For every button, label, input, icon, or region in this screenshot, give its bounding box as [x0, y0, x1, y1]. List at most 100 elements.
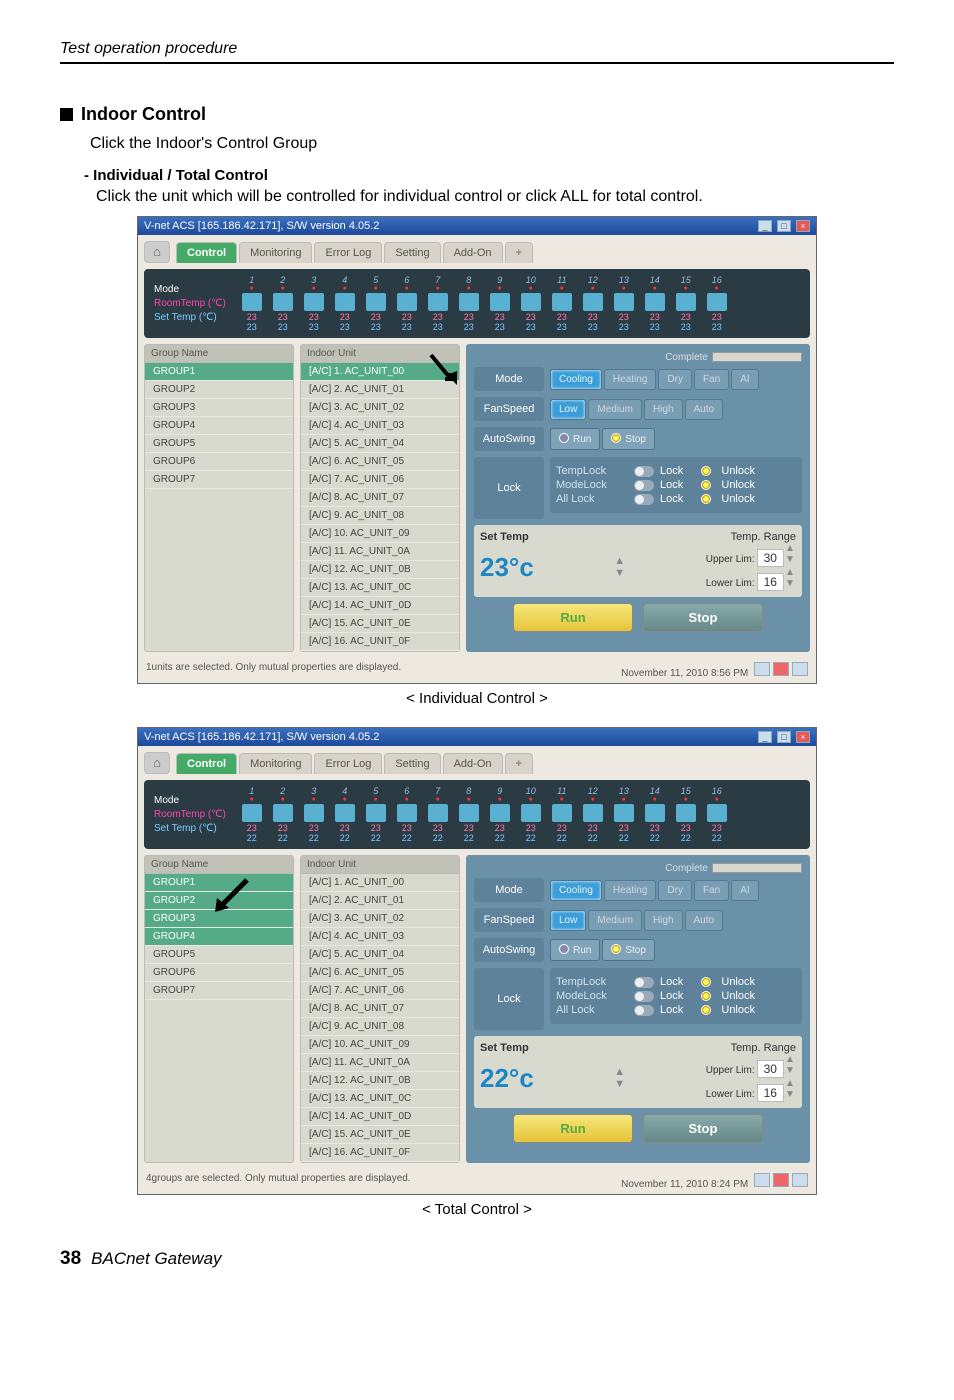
- autoswing-run-button[interactable]: Run: [550, 428, 600, 450]
- autoswing-run-button[interactable]: Run: [550, 939, 600, 961]
- group-item[interactable]: GROUP3: [145, 399, 293, 417]
- tab-addon[interactable]: Add-On: [443, 242, 503, 263]
- unit-item[interactable]: [A/C] 11. AC_UNIT_0A: [301, 543, 459, 561]
- unit-item[interactable]: [A/C] 14. AC_UNIT_0D: [301, 597, 459, 615]
- mode-ai-button[interactable]: AI: [731, 880, 758, 901]
- unit-item[interactable]: [A/C] 15. AC_UNIT_0E: [301, 1126, 459, 1144]
- autoswing-stop-button[interactable]: Stop: [602, 428, 655, 450]
- group-item[interactable]: GROUP1: [145, 363, 293, 381]
- unit-summary-cell[interactable]: 7●2322: [424, 786, 452, 843]
- sb-icon-3[interactable]: [792, 662, 808, 676]
- lower-stepper[interactable]: ▲▼: [784, 1078, 796, 1100]
- tab-setting[interactable]: Setting: [384, 242, 440, 263]
- group-item[interactable]: GROUP5: [145, 435, 293, 453]
- maximize-icon[interactable]: □: [777, 220, 791, 232]
- unit-item[interactable]: [A/C] 3. AC_UNIT_02: [301, 399, 459, 417]
- unit-item[interactable]: [A/C] 6. AC_UNIT_05: [301, 964, 459, 982]
- mode-cooling-button[interactable]: Cooling: [550, 880, 602, 901]
- fan-low-button[interactable]: Low: [550, 910, 586, 931]
- run-button[interactable]: Run: [513, 1114, 633, 1143]
- modelock-toggle[interactable]: [634, 480, 654, 491]
- fan-low-button[interactable]: Low: [550, 399, 586, 420]
- unit-item[interactable]: [A/C] 4. AC_UNIT_03: [301, 417, 459, 435]
- unit-summary-cell[interactable]: 13●2322: [610, 786, 638, 843]
- unit-item[interactable]: [A/C] 10. AC_UNIT_09: [301, 1036, 459, 1054]
- unit-item[interactable]: [A/C] 8. AC_UNIT_07: [301, 489, 459, 507]
- unit-summary-cell[interactable]: 10●2323: [517, 275, 545, 332]
- unit-summary-cell[interactable]: 12●2323: [579, 275, 607, 332]
- unit-item[interactable]: [A/C] 7. AC_UNIT_06: [301, 982, 459, 1000]
- unit-item[interactable]: [A/C] 5. AC_UNIT_04: [301, 435, 459, 453]
- group-item[interactable]: GROUP4: [145, 417, 293, 435]
- unit-summary-cell[interactable]: 9●2323: [486, 275, 514, 332]
- home-tab[interactable]: ⌂: [144, 241, 170, 263]
- alllock-toggle[interactable]: [634, 494, 654, 505]
- unit-item[interactable]: [A/C] 13. AC_UNIT_0C: [301, 579, 459, 597]
- mode-dry-button[interactable]: Dry: [658, 880, 692, 901]
- unit-summary-cell[interactable]: 1●2323: [238, 275, 266, 332]
- mode-fan-button[interactable]: Fan: [694, 880, 729, 901]
- temp-stepper[interactable]: ▲▼: [614, 1066, 626, 1090]
- unit-summary-cell[interactable]: 16●2322: [703, 786, 731, 843]
- group-item[interactable]: GROUP6: [145, 453, 293, 471]
- sb-icon-1[interactable]: [754, 662, 770, 676]
- unit-item[interactable]: [A/C] 16. AC_UNIT_0F: [301, 1144, 459, 1162]
- templock-toggle[interactable]: [634, 977, 654, 988]
- upperlim-value[interactable]: 30: [757, 1060, 784, 1078]
- group-item[interactable]: GROUP7: [145, 471, 293, 489]
- unit-item[interactable]: [A/C] 13. AC_UNIT_0C: [301, 1090, 459, 1108]
- upperlim-value[interactable]: 30: [757, 549, 784, 567]
- mode-fan-button[interactable]: Fan: [694, 369, 729, 390]
- maximize-icon[interactable]: □: [777, 731, 791, 743]
- lower-stepper[interactable]: ▲▼: [784, 567, 796, 589]
- sb-icon-3[interactable]: [792, 1173, 808, 1187]
- unit-summary-cell[interactable]: 6●2323: [393, 275, 421, 332]
- unit-summary-cell[interactable]: 8●2323: [455, 275, 483, 332]
- unit-summary-cell[interactable]: 11●2323: [548, 275, 576, 332]
- tab-errorlog[interactable]: Error Log: [314, 753, 382, 774]
- stop-button[interactable]: Stop: [643, 603, 763, 632]
- alllock-unlock-radio[interactable]: [701, 1005, 711, 1015]
- tab-monitoring[interactable]: Monitoring: [239, 753, 312, 774]
- group-item[interactable]: GROUP4: [145, 928, 293, 946]
- unit-item[interactable]: [A/C] 9. AC_UNIT_08: [301, 507, 459, 525]
- unit-summary-cell[interactable]: 9●2322: [486, 786, 514, 843]
- unit-summary-cell[interactable]: 1●2322: [238, 786, 266, 843]
- minimize-icon[interactable]: _: [758, 731, 772, 743]
- mode-heating-button[interactable]: Heating: [604, 880, 656, 901]
- fan-high-button[interactable]: High: [644, 399, 683, 420]
- unit-item[interactable]: [A/C] 12. AC_UNIT_0B: [301, 561, 459, 579]
- minimize-icon[interactable]: _: [758, 220, 772, 232]
- mode-cooling-button[interactable]: Cooling: [550, 369, 602, 390]
- unit-summary-cell[interactable]: 4●2322: [331, 786, 359, 843]
- unit-summary-cell[interactable]: 14●2322: [641, 786, 669, 843]
- tab-addon[interactable]: Add-On: [443, 753, 503, 774]
- unit-summary-cell[interactable]: 5●2322: [362, 786, 390, 843]
- fan-high-button[interactable]: High: [644, 910, 683, 931]
- unit-summary-cell[interactable]: 13●2323: [610, 275, 638, 332]
- unit-summary-cell[interactable]: 7●2323: [424, 275, 452, 332]
- run-button[interactable]: Run: [513, 603, 633, 632]
- unit-item[interactable]: [A/C] 14. AC_UNIT_0D: [301, 1108, 459, 1126]
- unit-item[interactable]: [A/C] 10. AC_UNIT_09: [301, 525, 459, 543]
- unit-summary-cell[interactable]: 12●2322: [579, 786, 607, 843]
- group-item[interactable]: GROUP7: [145, 982, 293, 1000]
- unit-item[interactable]: [A/C] 8. AC_UNIT_07: [301, 1000, 459, 1018]
- modelock-unlock-radio[interactable]: [701, 480, 711, 490]
- close-icon[interactable]: ×: [796, 731, 810, 743]
- home-tab[interactable]: ⌂: [144, 752, 170, 774]
- unit-summary-cell[interactable]: 4●2323: [331, 275, 359, 332]
- unit-summary-cell[interactable]: 14●2323: [641, 275, 669, 332]
- temp-stepper[interactable]: ▲▼: [614, 555, 626, 579]
- unit-summary-cell[interactable]: 6●2322: [393, 786, 421, 843]
- tab-monitoring[interactable]: Monitoring: [239, 242, 312, 263]
- lowerlim-value[interactable]: 16: [757, 1084, 784, 1102]
- unit-summary-cell[interactable]: 2●2322: [269, 786, 297, 843]
- unit-item[interactable]: [A/C] 3. AC_UNIT_02: [301, 910, 459, 928]
- unit-summary-cell[interactable]: 11●2322: [548, 786, 576, 843]
- sb-icon-1[interactable]: [754, 1173, 770, 1187]
- templock-toggle[interactable]: [634, 466, 654, 477]
- close-icon[interactable]: ×: [796, 220, 810, 232]
- unit-item[interactable]: [A/C] 7. AC_UNIT_06: [301, 471, 459, 489]
- unit-summary-cell[interactable]: 10●2322: [517, 786, 545, 843]
